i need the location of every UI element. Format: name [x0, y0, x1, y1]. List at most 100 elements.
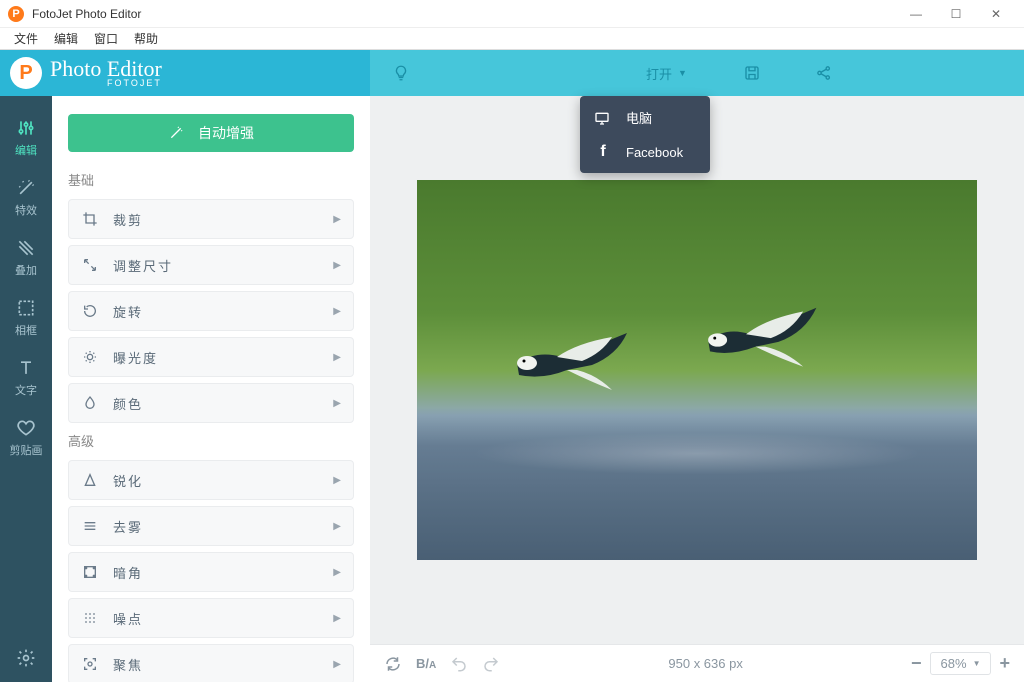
zoom-value-label: 68%	[941, 656, 967, 671]
menu-file[interactable]: 文件	[6, 28, 46, 49]
gear-icon	[16, 648, 36, 668]
tool-noise[interactable]: 噪点 ▶	[68, 598, 354, 638]
chevron-right-icon: ▶	[333, 521, 341, 532]
sidebar-frame-label: 相框	[15, 322, 37, 338]
rotate-icon	[81, 303, 99, 319]
sidebar-item-text[interactable]: 文字	[0, 348, 52, 408]
facebook-icon: f	[594, 143, 612, 161]
noise-icon	[81, 610, 99, 626]
open-computer-label: 电脑	[626, 108, 652, 127]
chevron-right-icon: ▶	[333, 352, 341, 363]
text-icon	[16, 358, 36, 378]
caret-down-icon: ▼	[973, 659, 981, 668]
sliders-icon	[16, 118, 36, 138]
menu-help[interactable]: 帮助	[126, 28, 166, 49]
open-from-facebook[interactable]: f Facebook	[580, 135, 710, 169]
tool-sharpen[interactable]: 锐化 ▶	[68, 460, 354, 500]
chevron-right-icon: ▶	[333, 659, 341, 670]
sidebar-item-overlay[interactable]: 叠加	[0, 228, 52, 288]
compare-button[interactable]: B/A	[416, 656, 436, 671]
dehaze-icon	[81, 518, 99, 534]
minimize-button[interactable]: —	[896, 0, 936, 28]
bird-shape-1	[507, 325, 647, 405]
chevron-right-icon: ▶	[333, 260, 341, 271]
tool-vignette-label: 暗角	[113, 563, 333, 582]
window-title: FotoJet Photo Editor	[32, 7, 896, 21]
tool-resize-label: 调整尺寸	[113, 256, 333, 275]
tool-focus[interactable]: 聚焦 ▶	[68, 644, 354, 682]
section-advanced: 高级	[68, 431, 354, 450]
tool-rotate-label: 旋转	[113, 302, 333, 321]
logo-badge-icon: P	[10, 57, 42, 89]
wand-icon	[16, 178, 36, 198]
sparkle-icon	[168, 125, 184, 141]
menu-edit[interactable]: 编辑	[46, 28, 86, 49]
heart-icon	[16, 418, 36, 438]
canvas-area: B/A 950 x 636 px − 68% ▼ +	[370, 96, 1024, 682]
redo-button[interactable]	[482, 655, 500, 673]
redo-icon	[482, 655, 500, 673]
tool-resize[interactable]: 调整尺寸 ▶	[68, 245, 354, 285]
sidebar-edit-label: 编辑	[15, 142, 37, 158]
tool-rotate[interactable]: 旋转 ▶	[68, 291, 354, 331]
image-canvas[interactable]	[417, 180, 977, 560]
app-logo-icon: P	[8, 6, 24, 22]
sidebar-item-edit[interactable]: 编辑	[0, 108, 52, 168]
app-header: P Photo Editor FOTOJET 打开 ▼	[0, 50, 1024, 96]
lightbulb-icon	[392, 64, 410, 82]
chevron-right-icon: ▶	[333, 475, 341, 486]
tool-color-label: 颜色	[113, 394, 333, 413]
open-from-computer[interactable]: 电脑	[580, 100, 710, 135]
focus-icon	[81, 656, 99, 672]
close-button[interactable]: ✕	[976, 0, 1016, 28]
sidebar-clipart-label: 剪贴画	[10, 442, 43, 458]
sidebar-item-clipart[interactable]: 剪贴画	[0, 408, 52, 468]
refresh-button[interactable]	[384, 655, 402, 673]
sidebar-overlay-label: 叠加	[15, 262, 37, 278]
hint-button[interactable]	[384, 60, 418, 86]
sidebar-item-frame[interactable]: 相框	[0, 288, 52, 348]
chevron-right-icon: ▶	[333, 306, 341, 317]
menubar: 文件 编辑 窗口 帮助	[0, 28, 1024, 50]
save-button[interactable]	[735, 60, 769, 86]
canvas-viewport[interactable]	[370, 96, 1024, 644]
auto-enhance-button[interactable]: 自动增强	[68, 114, 354, 152]
tool-dehaze[interactable]: 去雾 ▶	[68, 506, 354, 546]
zoom-controls: − 68% ▼ +	[911, 652, 1010, 675]
open-dropdown-button[interactable]: 打开 ▼	[636, 58, 697, 89]
sidebar-settings[interactable]	[16, 634, 36, 682]
zoom-value-dropdown[interactable]: 68% ▼	[930, 652, 992, 675]
auto-enhance-label: 自动增强	[198, 123, 254, 143]
tool-vignette[interactable]: 暗角 ▶	[68, 552, 354, 592]
logo-text: Photo Editor	[50, 58, 162, 80]
tool-exposure-label: 曝光度	[113, 348, 333, 367]
caret-down-icon: ▼	[678, 68, 687, 78]
zoom-in-button[interactable]: +	[999, 653, 1010, 674]
maximize-button[interactable]: ☐	[936, 0, 976, 28]
share-button[interactable]	[807, 60, 841, 86]
resize-icon	[81, 257, 99, 273]
refresh-icon	[384, 655, 402, 673]
tool-dehaze-label: 去雾	[113, 517, 333, 536]
sidebar-effect-label: 特效	[15, 202, 37, 218]
bird-shape-2	[701, 302, 834, 378]
undo-button[interactable]	[450, 655, 468, 673]
left-sidebar: 编辑 特效 叠加 相框 文字 剪贴画	[0, 96, 52, 682]
app-body: 电脑 f Facebook 编辑 特效 叠加 相框 文字 剪	[0, 96, 1024, 682]
open-facebook-label: Facebook	[626, 145, 683, 160]
image-dimensions: 950 x 636 px	[514, 656, 897, 671]
tools-panel: 自动增强 基础 裁剪 ▶ 调整尺寸 ▶ 旋转 ▶ 曝光度 ▶ 颜色 ▶ 高级	[52, 96, 370, 682]
vignette-icon	[81, 564, 99, 580]
tool-crop[interactable]: 裁剪 ▶	[68, 199, 354, 239]
chevron-right-icon: ▶	[333, 214, 341, 225]
undo-icon	[450, 655, 468, 673]
menu-window[interactable]: 窗口	[86, 28, 126, 49]
chevron-right-icon: ▶	[333, 398, 341, 409]
zoom-out-button[interactable]: −	[911, 653, 922, 674]
tool-exposure[interactable]: 曝光度 ▶	[68, 337, 354, 377]
sidebar-item-effect[interactable]: 特效	[0, 168, 52, 228]
main-toolbar: 打开 ▼	[370, 50, 1024, 96]
logo-area: P Photo Editor FOTOJET	[0, 50, 370, 96]
tool-color[interactable]: 颜色 ▶	[68, 383, 354, 423]
sidebar-text-label: 文字	[15, 382, 37, 398]
